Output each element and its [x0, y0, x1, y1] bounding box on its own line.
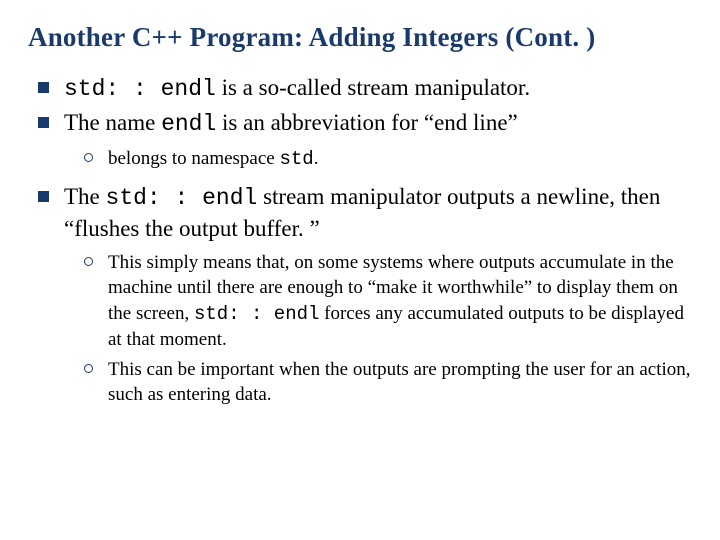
slide: Another C++ Program: Adding Integers (Co… [0, 0, 720, 540]
sub-bullet-list: belongs to namespace std. [64, 146, 692, 172]
slide-title: Another C++ Program: Adding Integers (Co… [28, 20, 692, 55]
list-item: The name endl is an abbreviation for “en… [34, 108, 692, 172]
code-run: std: : endl [64, 76, 216, 102]
code-run: std: : endl [194, 303, 319, 325]
text-run: is an abbreviation for “end line” [216, 110, 517, 135]
sub-bullet-list: This simply means that, on some systems … [64, 250, 692, 408]
list-item: The std: : endl stream manipulator outpu… [34, 182, 692, 407]
text-run: is a so-called stream manipulator. [216, 75, 530, 100]
text-run: This can be important when the outputs a… [108, 359, 691, 405]
text-run: The [64, 184, 106, 209]
text-run: belongs to namespace [108, 148, 279, 169]
bullet-list: std: : endl is a so-called stream manipu… [28, 73, 692, 408]
text-run: . [314, 148, 319, 169]
code-run: std: : endl [106, 185, 258, 211]
code-run: std [279, 148, 313, 170]
code-run: endl [161, 111, 216, 137]
list-item: This can be important when the outputs a… [80, 357, 692, 408]
list-item: belongs to namespace std. [80, 146, 692, 172]
list-item: This simply means that, on some systems … [80, 250, 692, 353]
list-item: std: : endl is a so-called stream manipu… [34, 73, 692, 104]
text-run: The name [64, 110, 161, 135]
